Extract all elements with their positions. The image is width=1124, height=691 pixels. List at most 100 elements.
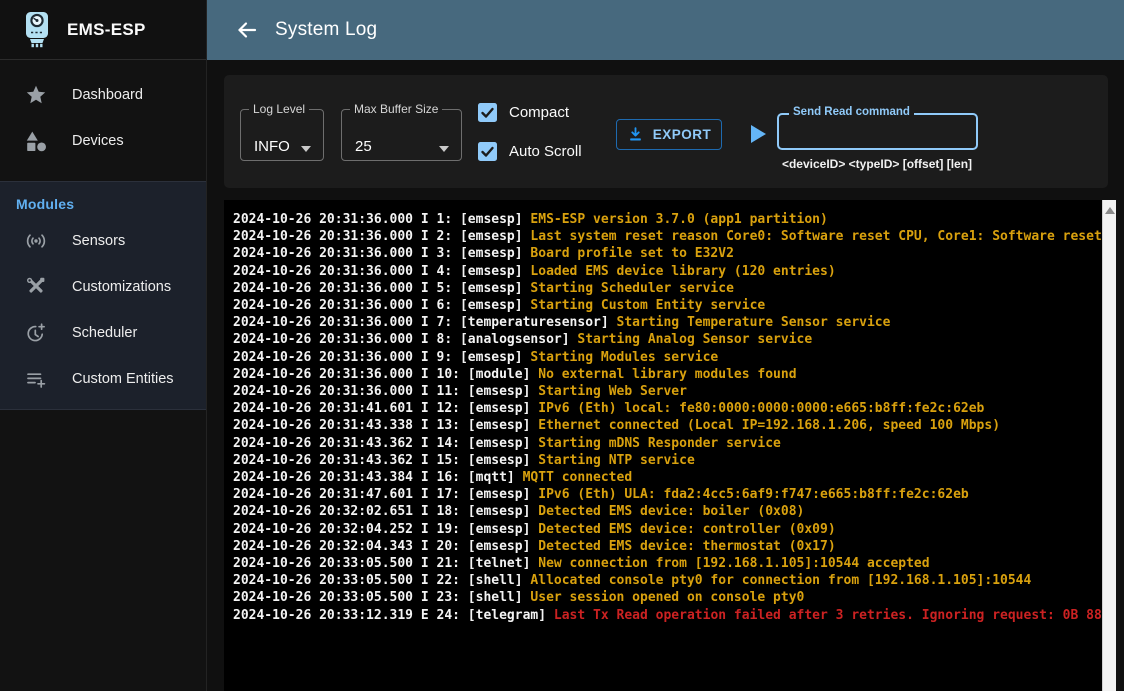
log-line: 2024-10-26 20:31:36.000 I 1: [emsesp] EM…: [233, 211, 1102, 228]
category-icon: [0, 130, 72, 152]
page-header: System Log: [207, 0, 1124, 60]
log-line-prefix: 2024-10-26 20:31:36.000 I 7: [temperatur…: [233, 315, 617, 330]
sidebar-modules-section: Modules Sensors: [0, 181, 206, 410]
log-line: 2024-10-26 20:31:36.000 I 7: [temperatur…: [233, 314, 1102, 331]
sidebar-item-label: Dashboard: [72, 87, 143, 103]
app-logo-row: EMS-ESP: [0, 0, 206, 60]
log-scrollbar[interactable]: [1102, 200, 1116, 691]
log-line-prefix: 2024-10-26 20:32:04.252 I 19: [emsesp]: [233, 522, 538, 537]
log-line: 2024-10-26 20:33:05.500 I 21: [telnet] N…: [233, 555, 1102, 572]
auto-scroll-checkbox-row[interactable]: Auto Scroll: [478, 142, 582, 161]
log-line: 2024-10-26 20:32:04.343 I 20: [emsesp] D…: [233, 538, 1102, 555]
log-line: 2024-10-26 20:31:36.000 I 8: [analogsens…: [233, 331, 1102, 348]
log-line: 2024-10-26 20:31:36.000 I 2: [emsesp] La…: [233, 228, 1102, 245]
export-button[interactable]: EXPORT: [616, 119, 722, 150]
log-line-message: Starting NTP service: [538, 453, 695, 468]
checkbox-checked-icon[interactable]: [478, 142, 497, 161]
sidebar-item-sensors[interactable]: Sensors: [0, 218, 206, 264]
chevron-down-icon: [439, 146, 449, 152]
send-read-helper-text: <deviceID> <typeID> [offset] [len]: [677, 157, 1077, 171]
log-line-prefix: 2024-10-26 20:33:05.500 I 21: [telnet]: [233, 556, 538, 571]
log-line-prefix: 2024-10-26 20:31:43.384 I 16: [mqtt]: [233, 470, 523, 485]
sidebar-item-label: Scheduler: [72, 325, 137, 341]
log-line-prefix: 2024-10-26 20:31:43.338 I 13: [emsesp]: [233, 418, 538, 433]
page-title: System Log: [275, 19, 377, 41]
log-line-message: Last system reset reason Core0: Software…: [530, 229, 1102, 244]
system-log-console[interactable]: 2024-10-26 20:31:36.000 I 1: [emsesp] EM…: [224, 200, 1116, 691]
app-title: EMS-ESP: [67, 20, 146, 40]
log-line-message: Detected EMS device: thermostat (0x17): [538, 539, 835, 554]
log-line-message: Detected EMS device: boiler (0x08): [538, 504, 804, 519]
max-buffer-value: 25: [355, 138, 372, 155]
log-line-prefix: 2024-10-26 20:31:36.000 I 11: [emsesp]: [233, 384, 538, 399]
log-line-prefix: 2024-10-26 20:31:36.000 I 8: [analogsens…: [233, 332, 577, 347]
star-icon: [0, 84, 72, 106]
compact-checkbox-row[interactable]: Compact: [478, 103, 569, 122]
log-line: 2024-10-26 20:31:36.000 I 3: [emsesp] Bo…: [233, 245, 1102, 262]
send-play-icon[interactable]: [751, 125, 766, 143]
sidebar-item-custom-entities[interactable]: Custom Entities: [0, 356, 206, 402]
log-line-prefix: 2024-10-26 20:31:36.000 I 2: [emsesp]: [233, 229, 530, 244]
log-line: 2024-10-26 20:31:43.384 I 16: [mqtt] MQT…: [233, 469, 1102, 486]
log-line-message: IPv6 (Eth) local: fe80:0000:0000:0000:e6…: [538, 401, 984, 416]
app-window: EMS-ESP Dashboard De: [0, 0, 1124, 691]
log-line-message: Last Tx Read operation failed after 3 re…: [554, 608, 1102, 623]
log-line-prefix: 2024-10-26 20:31:47.601 I 17: [emsesp]: [233, 487, 538, 502]
sidebar-item-dashboard[interactable]: Dashboard: [0, 72, 206, 118]
log-line-prefix: 2024-10-26 20:33:05.500 I 22: [shell]: [233, 573, 530, 588]
log-line: 2024-10-26 20:33:12.319 E 24: [telegram]…: [233, 607, 1102, 624]
log-line: 2024-10-26 20:31:36.000 I 6: [emsesp] St…: [233, 297, 1102, 314]
sidebar-item-scheduler[interactable]: Scheduler: [0, 310, 206, 356]
download-icon: [627, 126, 644, 143]
log-line-message: Starting Modules service: [530, 350, 718, 365]
log-line-message: Starting Scheduler service: [530, 281, 734, 296]
log-line-prefix: 2024-10-26 20:32:02.651 I 18: [emsesp]: [233, 504, 538, 519]
log-line: 2024-10-26 20:32:02.651 I 18: [emsesp] D…: [233, 503, 1102, 520]
send-read-field: Send Read command: [777, 113, 978, 150]
log-lines: 2024-10-26 20:31:36.000 I 1: [emsesp] EM…: [233, 211, 1102, 624]
log-line: 2024-10-26 20:31:36.000 I 11: [emsesp] S…: [233, 383, 1102, 400]
log-line: 2024-10-26 20:31:43.338 I 13: [emsesp] E…: [233, 417, 1102, 434]
sidebar-item-label: Devices: [72, 133, 124, 149]
log-line-message: User session opened on console pty0: [530, 590, 804, 605]
max-buffer-label: Max Buffer Size: [350, 102, 442, 116]
checkbox-checked-icon[interactable]: [478, 103, 497, 122]
log-line: 2024-10-26 20:32:04.252 I 19: [emsesp] D…: [233, 521, 1102, 538]
log-line-message: Starting Custom Entity service: [530, 298, 765, 313]
auto-scroll-checkbox-label: Auto Scroll: [509, 143, 582, 160]
log-line-message: Board profile set to E32V2: [530, 246, 734, 261]
back-button[interactable]: [229, 12, 265, 48]
log-line-prefix: 2024-10-26 20:31:36.000 I 6: [emsesp]: [233, 298, 530, 313]
log-line: 2024-10-26 20:31:47.601 I 17: [emsesp] I…: [233, 486, 1102, 503]
log-line-prefix: 2024-10-26 20:31:41.601 I 12: [emsesp]: [233, 401, 538, 416]
scroll-up-icon[interactable]: [1105, 207, 1115, 214]
send-read-label: Send Read command: [789, 106, 914, 119]
log-line-message: No external library modules found: [538, 367, 796, 382]
sidebar-item-customizations[interactable]: Customizations: [0, 264, 206, 310]
sidebar-nav: Dashboard Devices: [0, 60, 206, 164]
modules-section-header: Modules: [0, 188, 206, 218]
log-line-message: Starting mDNS Responder service: [538, 436, 781, 451]
log-line-message: EMS-ESP version 3.7.0 (app1 partition): [530, 212, 827, 227]
log-line: 2024-10-26 20:31:36.000 I 10: [module] N…: [233, 366, 1102, 383]
log-controls-card: Log Level INFO Max Buffer Size 25 Compac…: [224, 75, 1108, 188]
clock-plus-icon: [0, 322, 72, 344]
log-line: 2024-10-26 20:31:36.000 I 9: [emsesp] St…: [233, 349, 1102, 366]
sidebar-item-devices[interactable]: Devices: [0, 118, 206, 164]
log-line-prefix: 2024-10-26 20:33:12.319 E 24: [telegram]: [233, 608, 554, 623]
sidebar-item-label: Sensors: [72, 233, 125, 249]
sidebar-item-label: Custom Entities: [72, 371, 174, 387]
log-line-prefix: 2024-10-26 20:31:36.000 I 10: [module]: [233, 367, 538, 382]
log-line-prefix: 2024-10-26 20:31:36.000 I 9: [emsesp]: [233, 350, 530, 365]
log-line: 2024-10-26 20:33:05.500 I 22: [shell] Al…: [233, 572, 1102, 589]
log-level-label: Log Level: [249, 102, 309, 116]
signal-icon: [0, 230, 72, 252]
log-line-message: Starting Temperature Sensor service: [617, 315, 891, 330]
log-line-message: Starting Analog Sensor service: [577, 332, 812, 347]
log-line-message: Starting Web Server: [538, 384, 687, 399]
max-buffer-select[interactable]: Max Buffer Size 25: [341, 102, 462, 161]
log-line-message: Detected EMS device: controller (0x09): [538, 522, 835, 537]
list-plus-icon: [0, 368, 72, 390]
log-level-select[interactable]: Log Level INFO: [240, 102, 324, 161]
log-level-value: INFO: [254, 138, 290, 155]
